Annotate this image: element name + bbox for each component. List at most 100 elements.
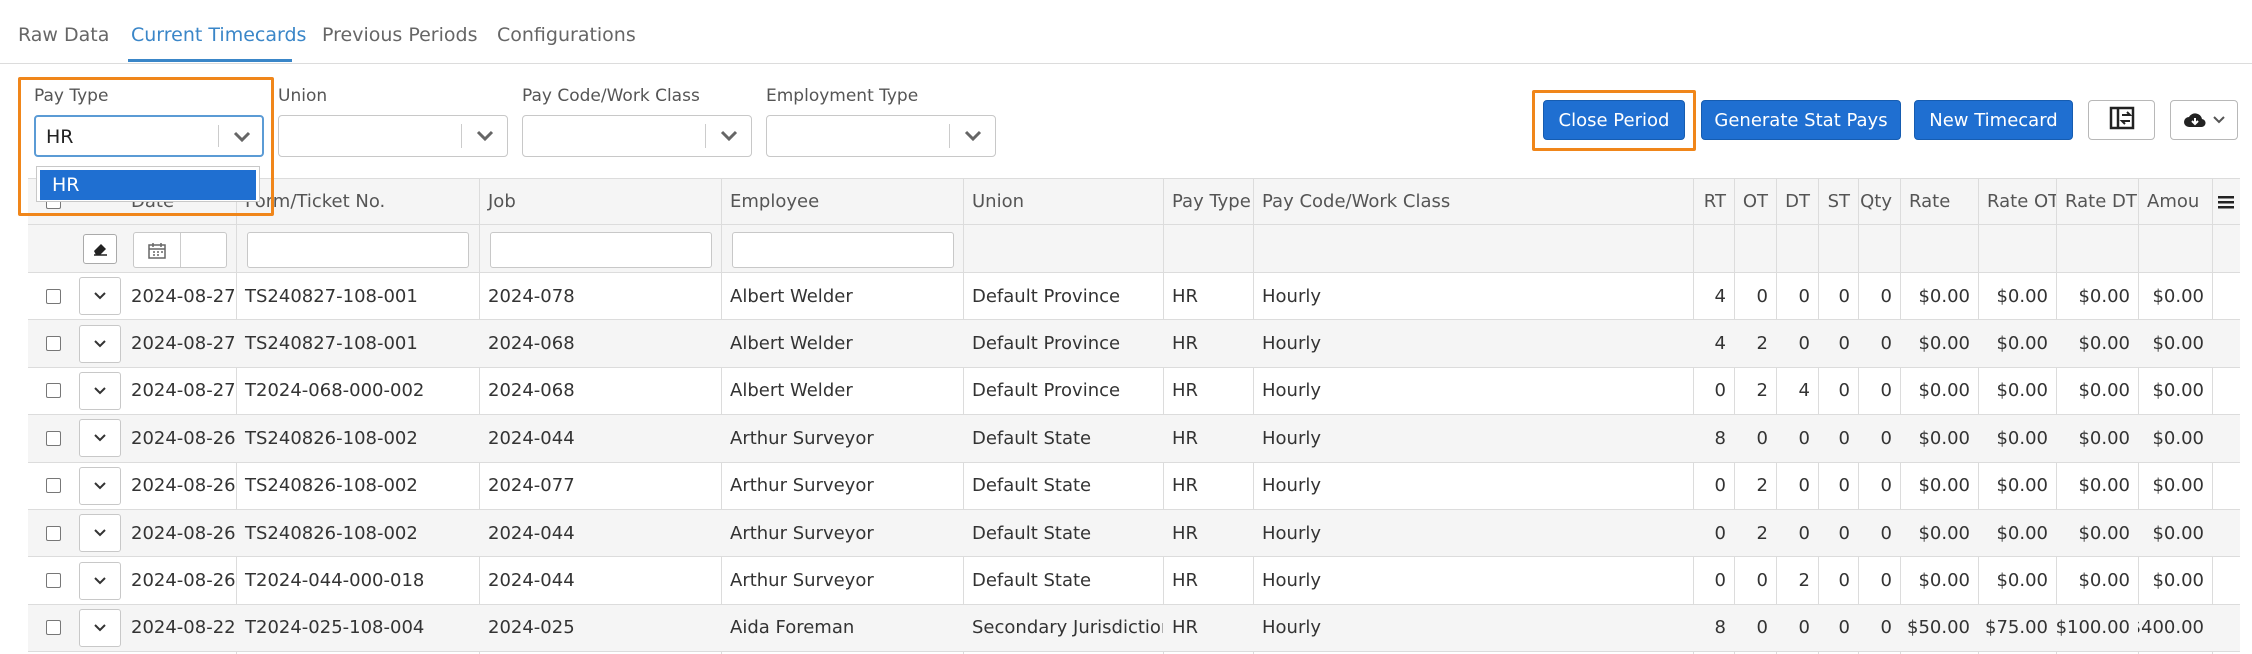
row-checkbox[interactable] <box>45 383 61 399</box>
amount-cell: $0.00 <box>2152 570 2204 592</box>
row-checkbox[interactable] <box>45 288 61 304</box>
tab-previous-periods[interactable]: Previous Periods <box>322 24 477 46</box>
chevron-down-icon[interactable] <box>706 116 752 156</box>
pay-code-cell: Hourly <box>1262 333 1322 355</box>
row-checkbox[interactable] <box>45 336 61 352</box>
rt-cell: 8 <box>1714 617 1726 639</box>
date-cell: 2024-08-26 <box>131 427 236 449</box>
header-amount[interactable]: Amou <box>2138 179 2212 224</box>
tab-configurations[interactable]: Configurations <box>497 24 636 46</box>
amount-cell: $0.00 <box>2152 475 2204 497</box>
date-cell: 2024-08-22 <box>131 617 236 639</box>
table-row[interactable]: 2024-08-26 TS240826-108-002 2024-077 Arthur… <box>28 463 2240 510</box>
row-select-cell <box>28 510 78 556</box>
pay-code-cell: Hourly <box>1262 475 1322 497</box>
header-job[interactable]: Job <box>479 179 721 224</box>
pay-type-cell: HR <box>1172 380 1199 402</box>
date-cell: 2024-08-27 <box>131 380 236 402</box>
rt-cell: 0 <box>1714 522 1726 544</box>
table-row[interactable]: 2024-08-26 TS240826-108-002 2024-044 Arthur… <box>28 415 2240 463</box>
expand-row-button[interactable] <box>79 419 121 458</box>
table-row[interactable]: 2024-08-26 TS240826-108-002 2024-044 Arthur… <box>28 510 2240 558</box>
expand-row-button[interactable] <box>79 324 121 363</box>
dt-cell: 0 <box>1798 285 1810 307</box>
header-rate-dt[interactable]: Rate DT <box>2056 179 2138 224</box>
dt-cell: 0 <box>1798 427 1810 449</box>
table-row[interactable]: 2024-08-27 TS240827-108-001 2024-078 Albert… <box>28 273 2240 321</box>
rate-ot-cell: $0.00 <box>1996 427 2048 449</box>
rate-dt-cell: $0.00 <box>2078 522 2130 544</box>
employment-type-select[interactable] <box>766 115 996 157</box>
row-checkbox[interactable] <box>45 620 61 636</box>
rt-cell: 0 <box>1714 380 1726 402</box>
table-row[interactable]: 2024-08-27 TS240827-108-001 2024-068 Albert… <box>28 320 2240 368</box>
rate-ot-cell: $0.00 <box>1996 522 2048 544</box>
expand-row-button[interactable] <box>79 561 121 600</box>
expand-row-button[interactable] <box>79 466 121 505</box>
header-rate-ot[interactable]: Rate OT <box>1978 179 2056 224</box>
job-cell: 2024-068 <box>488 380 575 402</box>
rate-dt-cell: $0.00 <box>2078 475 2130 497</box>
generate-stat-pays-button[interactable]: Generate Stat Pays <box>1701 100 1901 140</box>
chevron-down-icon <box>94 576 106 584</box>
hamburger-menu-icon[interactable] <box>2212 179 2240 224</box>
column-chooser-button[interactable] <box>2088 100 2155 140</box>
amount-cell: $0.00 <box>2152 333 2204 355</box>
dt-cell: 0 <box>1798 475 1810 497</box>
form-ticket-cell: T2024-044-000-018 <box>245 570 425 592</box>
date-cell: 2024-08-26 <box>131 522 236 544</box>
eraser-icon[interactable] <box>83 233 117 264</box>
calendar-icon[interactable] <box>148 242 166 264</box>
rate-dt-cell: $100.00 <box>2056 617 2130 639</box>
header-st[interactable]: ST <box>1818 179 1858 224</box>
table-row[interactable]: 2024-08-22 T2024-025-108-004 2024-025 Aida … <box>28 604 2240 653</box>
row-select-cell <box>28 273 78 319</box>
qty-cell: 0 <box>1880 333 1892 355</box>
employee-cell: Albert Welder <box>730 380 853 402</box>
qty-cell: 0 <box>1880 617 1892 639</box>
header-rt[interactable]: RT <box>1693 179 1734 224</box>
expand-row-button[interactable] <box>79 277 121 316</box>
row-checkbox[interactable] <box>45 573 61 589</box>
export-button[interactable] <box>2170 100 2238 140</box>
st-cell: 0 <box>1838 285 1850 307</box>
header-pay-type[interactable]: Pay Type <box>1163 179 1253 224</box>
ot-cell: 2 <box>1756 380 1768 402</box>
expand-row-button[interactable] <box>79 371 121 410</box>
expand-row-button[interactable] <box>79 514 121 553</box>
employee-filter-input[interactable] <box>732 232 954 268</box>
rate-dt-cell: $0.00 <box>2078 570 2130 592</box>
row-select-cell <box>28 463 78 509</box>
row-checkbox[interactable] <box>45 430 61 446</box>
chevron-down-icon[interactable] <box>462 116 508 156</box>
row-checkbox[interactable] <box>45 478 61 494</box>
table-row[interactable]: 2024-08-27 T2024-068-000-002 2024-068 Alber… <box>28 368 2240 416</box>
form-ticket-filter-input[interactable] <box>247 232 469 268</box>
header-union[interactable]: Union <box>963 179 1163 224</box>
expand-row-button[interactable] <box>79 608 121 647</box>
rate-ot-cell: $0.00 <box>1996 380 2048 402</box>
chevron-down-icon <box>94 292 106 300</box>
header-rate[interactable]: Rate <box>1900 179 1978 224</box>
union-select[interactable] <box>278 115 508 157</box>
employee-cell: Arthur Surveyor <box>730 427 874 449</box>
header-employee[interactable]: Employee <box>721 179 963 224</box>
new-timecard-button[interactable]: New Timecard <box>1914 100 2073 140</box>
header-pay-code[interactable]: Pay Code/Work Class <box>1253 179 1693 224</box>
chevron-down-icon <box>94 387 106 395</box>
rate-dt-cell: $0.00 <box>2078 427 2130 449</box>
header-dt[interactable]: DT <box>1776 179 1818 224</box>
header-ot[interactable]: OT <box>1734 179 1776 224</box>
tab-raw-data[interactable]: Raw Data <box>18 24 109 46</box>
union-cell: Default State <box>972 475 1092 497</box>
table-row[interactable]: 2024-08-26 T2024-044-000-018 2024-044 Arthu… <box>28 557 2240 605</box>
tab-current-timecards[interactable]: Current Timecards <box>131 24 306 46</box>
chevron-down-icon <box>94 339 106 347</box>
row-checkbox[interactable] <box>45 525 61 541</box>
date-filter-input[interactable] <box>133 232 227 268</box>
header-qty[interactable]: Qty <box>1858 179 1900 224</box>
pay-code-select[interactable] <box>522 115 752 157</box>
job-cell: 2024-025 <box>488 617 575 639</box>
chevron-down-icon[interactable] <box>950 116 996 156</box>
job-filter-input[interactable] <box>490 232 712 268</box>
